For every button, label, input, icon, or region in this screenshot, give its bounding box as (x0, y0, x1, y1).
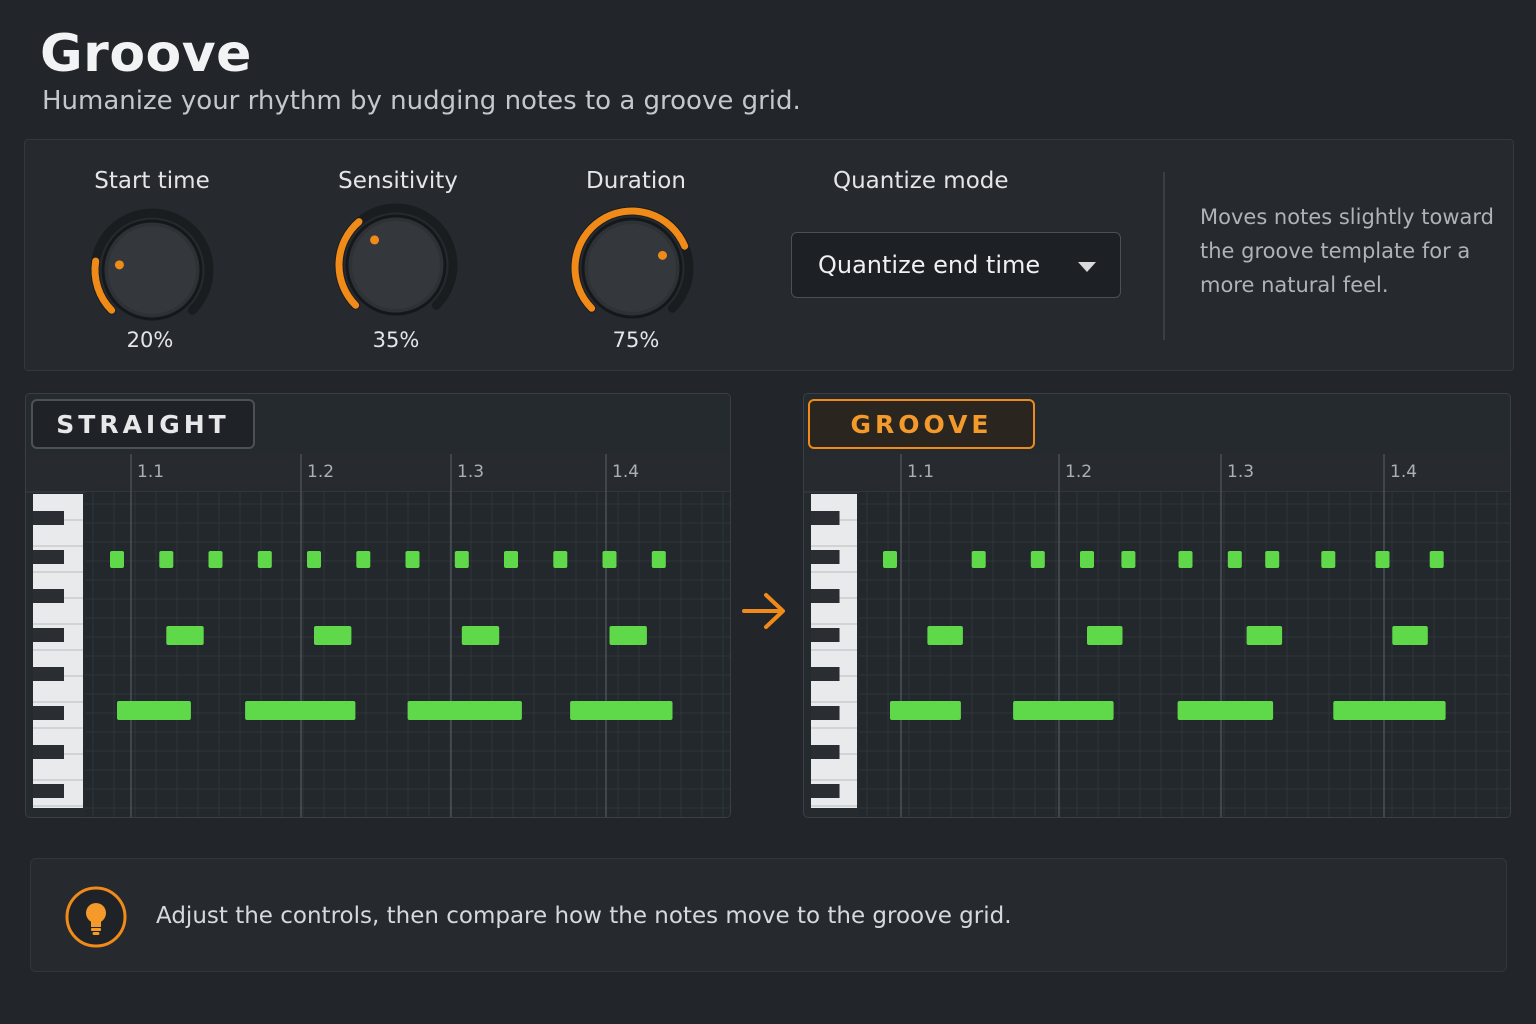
hihat-note (1121, 551, 1136, 568)
black-key (33, 550, 64, 564)
black-key (33, 706, 64, 720)
black-key (811, 628, 840, 642)
hihat-note (1178, 551, 1193, 568)
duration-cap (588, 224, 676, 312)
black-key (811, 784, 840, 798)
hihat-note (883, 551, 897, 568)
hihat-note (1429, 551, 1444, 568)
hihat-note (1321, 551, 1336, 568)
hint-bar: Adjust the controls, then compare how th… (30, 858, 1507, 972)
hint-text: Adjust the controls, then compare how th… (156, 903, 1012, 929)
hihat-note (1375, 551, 1390, 568)
hihat-note (602, 551, 617, 568)
bar-label: 1.4 (1390, 462, 1417, 482)
lightbulb-icon (65, 886, 127, 948)
snare-note (1087, 626, 1123, 645)
start-time-knob[interactable] (87, 205, 217, 335)
black-key (33, 784, 64, 798)
black-key (811, 589, 840, 603)
hihat-note (405, 551, 420, 568)
start-time-label: Start time (94, 168, 210, 194)
bass-note (1013, 701, 1114, 720)
bass-note (245, 701, 356, 720)
hihat-note (159, 551, 174, 568)
divider (1163, 172, 1165, 340)
page-subtitle: Humanize your rhythm by nudging notes to… (42, 86, 801, 116)
black-key (33, 589, 64, 603)
hihat-note (208, 551, 223, 568)
piano-keyboard (33, 494, 83, 808)
bar-label: 1.1 (907, 462, 934, 482)
piano-keyboard (811, 494, 857, 808)
black-key (33, 745, 64, 759)
sensitivity-value: 35% (372, 328, 420, 352)
hihat-note (651, 551, 666, 568)
black-key (33, 511, 64, 525)
bar-label: 1.2 (1065, 462, 1092, 482)
groove-piano-roll[interactable]: 1.1 1.2 1.3 1.4 (804, 454, 1511, 818)
bass-note (407, 701, 522, 720)
snare-note (166, 626, 204, 645)
black-key (811, 745, 840, 759)
groove-tab[interactable]: GROOVE (808, 399, 1035, 449)
duration-knob[interactable] (567, 203, 697, 333)
arrow-right-icon (742, 593, 785, 629)
hihat-note (307, 551, 321, 568)
snare-note (1246, 626, 1283, 645)
hihat-note (553, 551, 568, 568)
straight-tab[interactable]: STRAIGHT (31, 399, 255, 449)
quantize-mode-select[interactable]: Quantize end time (791, 232, 1121, 298)
bass-note (1333, 701, 1446, 720)
bar-label: 1.3 (1227, 462, 1254, 482)
duration-label: Duration (586, 168, 686, 194)
hihat-note (1030, 551, 1045, 568)
sensitivity-label: Sensitivity (338, 168, 458, 194)
snare-note (461, 626, 500, 645)
hihat-note (971, 551, 986, 568)
info-text: Moves notes slightly toward the groove t… (1200, 205, 1494, 297)
straight-panel: STRAIGHT 1.1 1.2 1.3 1.4 (25, 393, 731, 818)
black-key (33, 667, 64, 681)
hihat-note (1080, 551, 1094, 568)
start-time-value: 20% (126, 328, 174, 352)
bar-label: 1.3 (457, 462, 484, 482)
black-key (811, 511, 840, 525)
hihat-note (257, 551, 272, 568)
black-key (33, 628, 64, 642)
hihat-note (356, 551, 371, 568)
duration-indicator (657, 250, 667, 260)
hihat-note (110, 551, 124, 568)
sensitivity-indicator (370, 235, 380, 245)
hihat-note (454, 551, 469, 568)
straight-piano-roll[interactable]: 1.1 1.2 1.3 1.4 (26, 454, 731, 818)
start-time-indicator (114, 260, 124, 270)
bar-label: 1.4 (612, 462, 639, 482)
snare-note (1392, 626, 1428, 645)
hihat-note (1265, 551, 1280, 568)
chevron-down-icon (1078, 262, 1096, 272)
bass-note (1177, 701, 1274, 720)
black-key (811, 667, 840, 681)
snare-note (927, 626, 963, 645)
sensitivity-knob[interactable] (331, 200, 461, 330)
quantize-mode-selected: Quantize end time (818, 251, 1041, 279)
hihat-note (1227, 551, 1242, 568)
black-key (811, 706, 840, 720)
bar-label: 1.2 (307, 462, 334, 482)
bass-note (890, 701, 961, 720)
bass-note (570, 701, 673, 720)
page-title: Groove (40, 24, 252, 84)
groove-panel: GROOVE 1.1 1.2 1.3 1.4 (803, 393, 1511, 818)
snare-note (314, 626, 352, 645)
bass-note (117, 701, 191, 720)
start-time-cap (108, 226, 196, 314)
duration-value: 75% (612, 328, 660, 352)
black-key (811, 550, 840, 564)
quantize-mode-label: Quantize mode (833, 168, 1009, 194)
bar-label: 1.1 (137, 462, 164, 482)
snare-note (609, 626, 647, 645)
sensitivity-cap (352, 221, 440, 309)
hihat-note (504, 551, 518, 568)
